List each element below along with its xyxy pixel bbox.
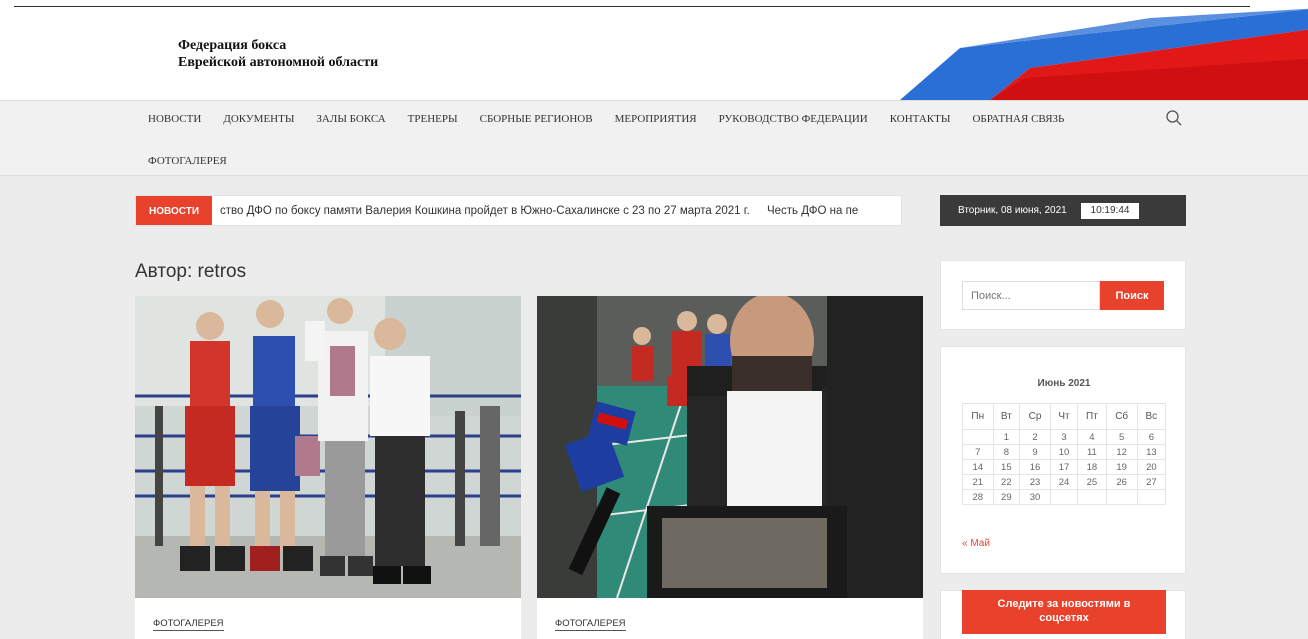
site-logo[interactable]: Федерация бокса Еврейской автономной обл…	[178, 37, 378, 71]
weekday: Ср	[1019, 403, 1051, 430]
calendar-widget: Июнь 2021 Пн Вт Ср Чт Пт Сб Вс 1 2 3 4 5…	[940, 346, 1186, 574]
site-header: Федерация бокса Еврейской автономной обл…	[0, 0, 1308, 100]
calendar-day: 23	[1019, 474, 1051, 490]
nav-item-photo-gallery[interactable]: ФОТОГАЛЕРЕЯ	[148, 155, 227, 167]
social-follow-button[interactable]: Следите за новостями в соцсетях	[962, 590, 1166, 634]
calendar-day: 22	[992, 474, 1021, 490]
search-icon[interactable]	[1165, 109, 1183, 127]
calendar-day: 1	[992, 429, 1021, 445]
calendar-day: 19	[1105, 459, 1138, 475]
social-follow-line-2: соцсетях	[1039, 612, 1089, 624]
ticker-label: НОВОСТИ	[136, 196, 212, 225]
post-category[interactable]: ФОТОГАЛЕРЕЯ	[153, 618, 224, 631]
post-card[interactable]: ФОТОГАЛЕРЕЯ	[537, 296, 923, 639]
calendar-day: 28	[962, 489, 994, 505]
weekday: Сб	[1105, 403, 1138, 430]
calendar-day: 20	[1136, 459, 1167, 475]
calendar-day: 27	[1136, 474, 1167, 490]
nav-item-gyms[interactable]: ЗАЛЫ БОКСА	[316, 113, 385, 125]
search-button[interactable]: Поиск	[1100, 281, 1164, 310]
calendar-table: Пн Вт Ср Чт Пт Сб Вс 1 2 3 4 5 6 7 8 9 1…	[962, 403, 1167, 505]
flag-decoration	[900, 8, 1308, 100]
calendar-day: 15	[992, 459, 1021, 475]
calendar-day: 18	[1077, 459, 1107, 475]
date-bar: Вторник, 08 июня, 2021 10:19:44	[940, 195, 1186, 226]
calendar-day: 29	[992, 489, 1021, 505]
logo-line-2: Еврейской автономной области	[178, 55, 379, 70]
post-thumbnail[interactable]	[135, 296, 521, 598]
current-time: 10:19:44	[1081, 203, 1139, 219]
search-widget: Поиск	[940, 260, 1186, 330]
calendar-day: 3	[1049, 429, 1079, 445]
weekday: Вт	[992, 403, 1021, 430]
calendar-day: 7	[962, 444, 994, 460]
calendar-weekdays: Пн Вт Ср Чт Пт Сб Вс	[962, 403, 1167, 430]
nav-item-news[interactable]: НОВОСТИ	[148, 113, 201, 125]
calendar-day	[962, 429, 994, 445]
calendar-day: 25	[1077, 474, 1107, 490]
nav-row: НОВОСТИ ДОКУМЕНТЫ ЗАЛЫ БОКСА ТРЕНЕРЫ СБО…	[148, 113, 1086, 125]
nav-item-contacts[interactable]: КОНТАКТЫ	[890, 113, 951, 125]
calendar-day: 8	[992, 444, 1021, 460]
nav-item-documents[interactable]: ДОКУМЕНТЫ	[223, 113, 294, 125]
weekday: Пн	[962, 403, 994, 430]
calendar-day: 26	[1105, 474, 1138, 490]
page: Федерация бокса Еврейской автономной обл…	[0, 0, 1308, 639]
weekday: Вс	[1136, 403, 1167, 430]
social-follow-line-1: Следите за новостями в	[997, 598, 1131, 610]
calendar-day: 6	[1136, 429, 1167, 445]
post-category[interactable]: ФОТОГАЛЕРЕЯ	[555, 618, 626, 631]
calendar-day	[1077, 489, 1107, 505]
nav-item-leadership[interactable]: РУКОВОДСТВО ФЕДЕРАЦИИ	[719, 113, 868, 125]
calendar-day	[1105, 489, 1138, 505]
calendar-day: 14	[962, 459, 994, 475]
nav-item-feedback[interactable]: ОБРАТНАЯ СВЯЗЬ	[972, 113, 1064, 125]
post-thumbnail[interactable]	[537, 296, 923, 598]
search-input[interactable]	[962, 281, 1100, 310]
logo-line-1: Федерация бокса	[178, 38, 287, 53]
calendar-day: 24	[1049, 474, 1079, 490]
calendar-day: 12	[1105, 444, 1138, 460]
calendar-day: 9	[1019, 444, 1051, 460]
weekday: Пт	[1077, 403, 1107, 430]
calendar-day	[1049, 489, 1079, 505]
calendar-week: 1 2 3 4 5 6	[962, 429, 1167, 445]
ticker-item[interactable]: ство ДФО по боксу памяти Валерия Кошкина…	[220, 205, 750, 217]
calendar-day	[1136, 489, 1167, 505]
news-ticker: НОВОСТИ ство ДФО по боксу памяти Валерия…	[135, 195, 902, 226]
calendar-day: 30	[1019, 489, 1051, 505]
calendar-day: 17	[1049, 459, 1079, 475]
current-date: Вторник, 08 июня, 2021	[958, 205, 1067, 216]
ticker-text: ство ДФО по боксу памяти Валерия Кошкина…	[220, 205, 872, 217]
calendar-day: 2	[1019, 429, 1051, 445]
calendar-day: 5	[1105, 429, 1138, 445]
nav-item-events[interactable]: МЕРОПРИЯТИЯ	[615, 113, 697, 125]
calendar-prev-month-link[interactable]: « Май	[962, 538, 990, 549]
calendar-week: 7 8 9 10 11 12 13	[962, 444, 1167, 460]
calendar-day: 13	[1136, 444, 1167, 460]
main-nav: НОВОСТИ ДОКУМЕНТЫ ЗАЛЫ БОКСА ТРЕНЕРЫ СБО…	[0, 100, 1308, 176]
post-card[interactable]: ФОТОГАЛЕРЕЯ	[135, 296, 521, 639]
calendar-day: 11	[1077, 444, 1107, 460]
weekday: Чт	[1049, 403, 1079, 430]
calendar-week: 21 22 23 24 25 26 27	[962, 474, 1167, 490]
nav-row-2: ФОТОГАЛЕРЕЯ	[148, 151, 227, 169]
nav-item-regional-teams[interactable]: СБОРНЫЕ РЕГИОНОВ	[480, 113, 593, 125]
calendar-day: 21	[962, 474, 994, 490]
ticker-item[interactable]: Честь ДФО на пе	[767, 205, 858, 217]
calendar-day: 4	[1077, 429, 1107, 445]
calendar-day: 10	[1049, 444, 1079, 460]
page-title: Автор: retros	[135, 261, 247, 282]
nav-item-coaches[interactable]: ТРЕНЕРЫ	[408, 113, 458, 125]
calendar-week: 14 15 16 17 18 19 20	[962, 459, 1167, 475]
calendar-caption: Июнь 2021	[1037, 378, 1091, 389]
calendar-day: 16	[1019, 459, 1051, 475]
social-widget: Следите за новостями в соцсетях	[940, 590, 1186, 639]
calendar-week: 28 29 30	[962, 489, 1167, 505]
top-divider	[14, 6, 1250, 7]
